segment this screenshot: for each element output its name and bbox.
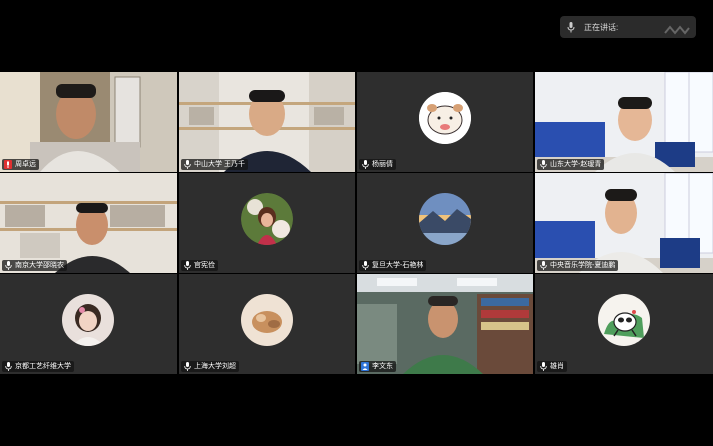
avatar bbox=[241, 294, 293, 346]
participant-name: 山东大学-赵瑷青 bbox=[550, 161, 602, 168]
audio-wave-icon bbox=[664, 22, 690, 35]
participant-name: 复旦大学-石艳林 bbox=[372, 262, 424, 269]
participant-video bbox=[535, 173, 713, 273]
avatar bbox=[241, 193, 293, 245]
participant-label: 雄肖 bbox=[537, 361, 567, 372]
participant-tile-4[interactable]: 山东大学-赵瑷青 bbox=[535, 72, 713, 172]
speaking-indicator: 正在讲话: bbox=[560, 16, 696, 38]
participant-tile-2[interactable]: 中山大学 王乃千 bbox=[179, 72, 355, 172]
participant-tile-3[interactable]: 杨丽倩 bbox=[357, 72, 533, 172]
participant-name: 官宪俭 bbox=[194, 262, 215, 269]
participant-name: 京都工艺纤维大学 bbox=[15, 363, 71, 370]
participant-label: 上海大学刘超 bbox=[181, 361, 239, 372]
mic-icon bbox=[4, 362, 12, 371]
participant-label: 官宪俭 bbox=[181, 260, 218, 271]
mic-icon bbox=[539, 160, 547, 169]
participant-label: 复旦大学-石艳林 bbox=[359, 260, 427, 271]
participant-tile-7[interactable]: 复旦大学-石艳林 bbox=[357, 173, 533, 273]
participant-name: 上海大学刘超 bbox=[194, 363, 236, 370]
avatar bbox=[598, 294, 650, 346]
participant-video bbox=[0, 173, 177, 273]
participant-video bbox=[0, 72, 177, 172]
participant-tile-10[interactable]: 上海大学刘超 bbox=[179, 274, 355, 374]
participant-name: 杨丽倩 bbox=[372, 161, 393, 168]
mic-icon bbox=[539, 362, 547, 371]
participant-tile-8[interactable]: 中央音乐学院-夏迪鹏 bbox=[535, 173, 713, 273]
mic-icon bbox=[4, 261, 12, 270]
participant-label: 南京大学邵晓农 bbox=[2, 260, 67, 271]
mic-icon bbox=[539, 261, 547, 270]
participant-tile-12[interactable]: 雄肖 bbox=[535, 274, 713, 374]
participant-name: 李文东 bbox=[372, 363, 393, 370]
participant-label: 中央音乐学院-夏迪鹏 bbox=[537, 260, 619, 271]
avatar bbox=[419, 193, 471, 245]
mic-icon bbox=[361, 261, 369, 270]
participant-label: 李文东 bbox=[359, 361, 396, 372]
participant-name: 雄肖 bbox=[550, 363, 564, 370]
mic-icon bbox=[183, 362, 191, 371]
speaking-label: 正在讲话: bbox=[584, 22, 619, 32]
microphone-icon bbox=[566, 21, 576, 33]
mic-icon bbox=[361, 160, 369, 169]
participant-label: 山东大学-赵瑷青 bbox=[537, 159, 605, 170]
video-grid: 周卓远 中山大学 王乃千 杨丽倩 山东大学-赵瑷青 南京大学邵晓农 官宪俭 复旦… bbox=[0, 72, 713, 374]
person-icon bbox=[361, 362, 369, 371]
participant-label: 京都工艺纤维大学 bbox=[2, 361, 74, 372]
participant-video bbox=[357, 274, 533, 374]
participant-tile-6[interactable]: 官宪俭 bbox=[179, 173, 355, 273]
muted-mic-icon bbox=[4, 160, 12, 169]
mic-icon bbox=[183, 160, 191, 169]
avatar bbox=[419, 92, 471, 144]
participant-name: 中山大学 王乃千 bbox=[194, 161, 245, 168]
participant-tile-1[interactable]: 周卓远 bbox=[0, 72, 177, 172]
participant-label: 周卓远 bbox=[2, 159, 39, 170]
participant-video bbox=[179, 72, 355, 172]
participant-label: 中山大学 王乃千 bbox=[181, 159, 248, 170]
participant-tile-11[interactable]: 李文东 bbox=[357, 274, 533, 374]
participant-name: 南京大学邵晓农 bbox=[15, 262, 64, 269]
participant-label: 杨丽倩 bbox=[359, 159, 396, 170]
mic-icon bbox=[183, 261, 191, 270]
avatar bbox=[62, 294, 114, 346]
participant-tile-9[interactable]: 京都工艺纤维大学 bbox=[0, 274, 177, 374]
participant-name: 中央音乐学院-夏迪鹏 bbox=[550, 262, 616, 269]
participant-name: 周卓远 bbox=[15, 161, 36, 168]
participant-video bbox=[535, 72, 713, 172]
participant-tile-5[interactable]: 南京大学邵晓农 bbox=[0, 173, 177, 273]
